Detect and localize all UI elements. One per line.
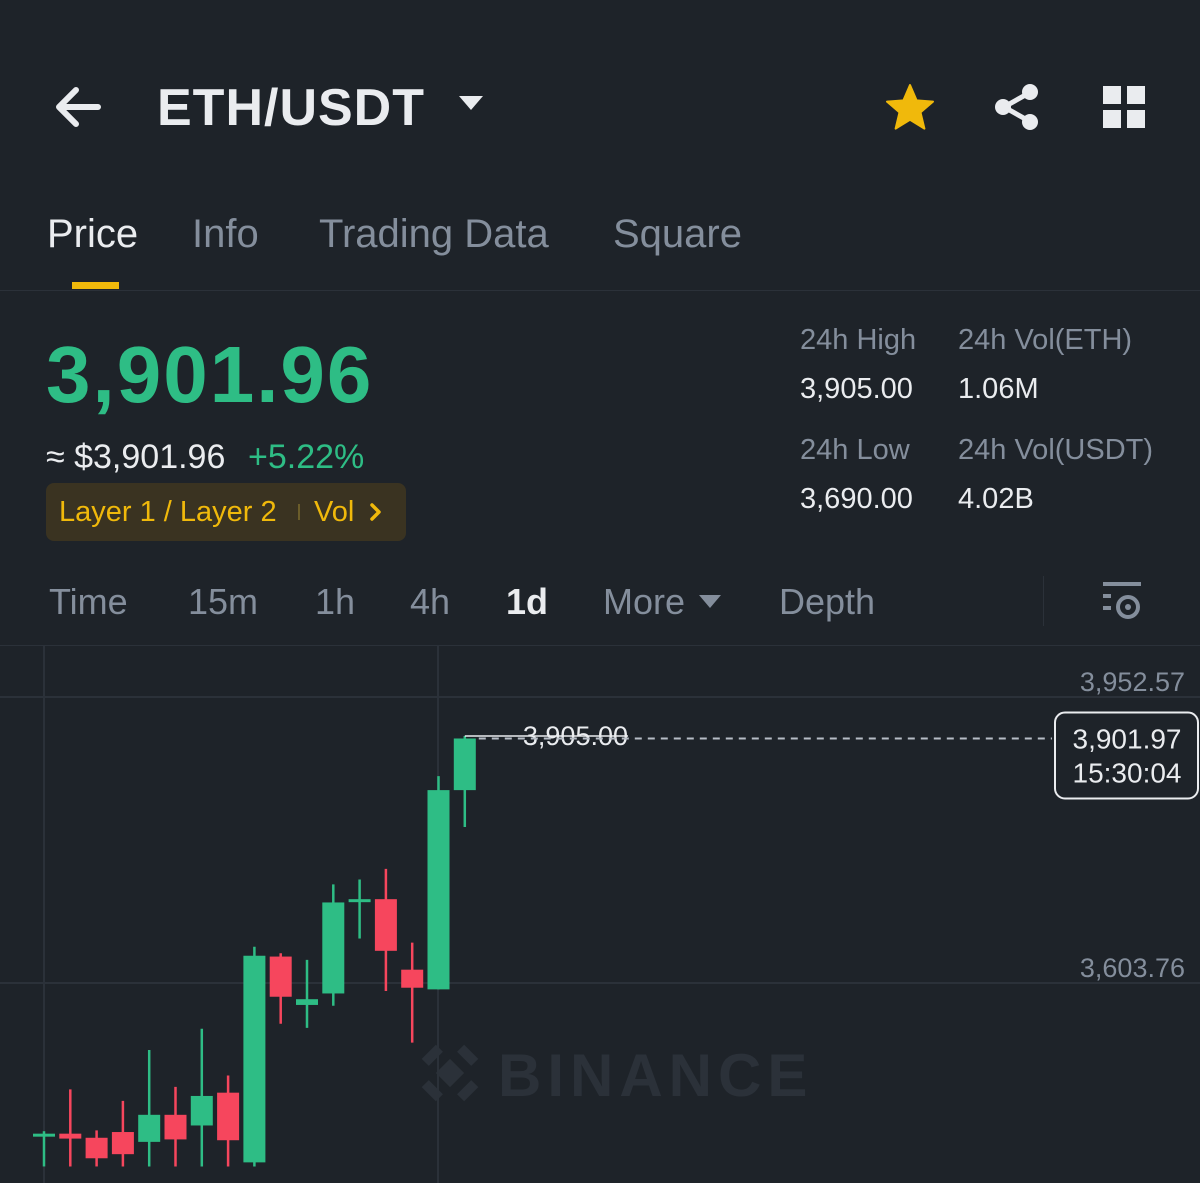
vol-tag-label: Vol	[314, 496, 355, 528]
more-caret-icon[interactable]	[697, 592, 723, 617]
chevron-right-icon	[368, 501, 384, 528]
candle-up[interactable]	[322, 902, 345, 994]
candle-down[interactable]	[59, 1133, 82, 1139]
category-tag-chip[interactable]: Layer 1 / Layer 2 Vol	[46, 483, 406, 541]
vol-eth-value: 1.06M	[958, 373, 1039, 405]
interval-4h[interactable]: 4h	[410, 580, 450, 624]
caret-down-icon[interactable]	[456, 92, 486, 114]
candle-up[interactable]	[243, 955, 266, 1163]
vol-usdt-label: 24h Vol(USDT)	[958, 434, 1154, 466]
tag-separator	[298, 504, 300, 520]
candle-up[interactable]	[348, 899, 371, 903]
candle-up[interactable]	[427, 790, 450, 990]
tab-trading-data[interactable]: Trading Data	[319, 210, 549, 258]
high-label: 24h High	[800, 324, 917, 356]
active-tab-indicator	[72, 282, 119, 289]
candle-down[interactable]	[164, 1114, 187, 1140]
candle-up[interactable]	[190, 1095, 213, 1126]
low-value: 3,690.00	[800, 483, 913, 515]
y-axis-tick-label: 3,603.76	[1080, 953, 1185, 983]
candle-up[interactable]	[138, 1114, 161, 1142]
interval-depth[interactable]: Depth	[779, 580, 875, 624]
pair-title[interactable]: ETH/USDT	[157, 78, 425, 138]
vol-usdt-value: 4.02B	[958, 483, 1034, 515]
category-tag-label: Layer 1 / Layer 2	[59, 496, 277, 528]
interval-time[interactable]: Time	[49, 580, 128, 624]
arrow-left-icon[interactable]	[50, 82, 106, 132]
candle-down[interactable]	[269, 956, 292, 997]
interval-1h[interactable]: 1h	[315, 580, 355, 624]
watermark-text: BINANCE	[498, 1042, 813, 1109]
tab-price[interactable]: Price	[47, 210, 138, 258]
candle-up[interactable]	[33, 1133, 55, 1137]
current-price-tag[interactable]: 3,901.97 15:30:04	[1054, 711, 1199, 800]
interval-separator	[1043, 576, 1044, 626]
candle-up[interactable]	[296, 999, 318, 1005]
tab-square[interactable]: Square	[613, 210, 742, 258]
candle-down[interactable]	[374, 899, 397, 951]
countdown-label: 15:30:04	[1073, 757, 1182, 788]
share-icon[interactable]	[992, 82, 1042, 132]
high-marker-label: 3,905.00	[523, 721, 628, 751]
tab-info[interactable]: Info	[192, 210, 259, 258]
interval-1d[interactable]: 1d	[506, 580, 548, 624]
candle-down[interactable]	[217, 1092, 240, 1141]
interval-more[interactable]: More	[603, 580, 685, 624]
watermark: BINANCE	[421, 1042, 813, 1109]
high-marker: 3,905.00	[464, 721, 628, 751]
high-value: 3,905.00	[800, 373, 913, 405]
vol-eth-label: 24h Vol(ETH)	[958, 324, 1133, 356]
chart-settings-icon[interactable]	[1100, 578, 1144, 622]
candle-up[interactable]	[453, 738, 476, 791]
candle-down[interactable]	[85, 1137, 108, 1159]
tabs-divider	[0, 290, 1200, 291]
candle-down[interactable]	[111, 1132, 134, 1155]
star-icon[interactable]	[884, 82, 936, 134]
low-label: 24h Low	[800, 434, 910, 466]
last-price: 3,901.96	[46, 330, 374, 419]
fiat-price: ≈ $3,901.96	[46, 438, 226, 476]
current-price-label: 3,901.97	[1073, 723, 1182, 754]
interval-15m[interactable]: 15m	[188, 580, 258, 624]
grid-icon[interactable]	[1101, 84, 1147, 130]
candlestick-chart[interactable]: BINANCE 3,952.57 3,603.76 3,905.00 3,901…	[0, 646, 1200, 1183]
candle-down[interactable]	[401, 969, 424, 988]
y-axis-tick-label: 3,952.57	[1080, 667, 1185, 697]
price-change-percent: +5.22%	[248, 438, 365, 476]
